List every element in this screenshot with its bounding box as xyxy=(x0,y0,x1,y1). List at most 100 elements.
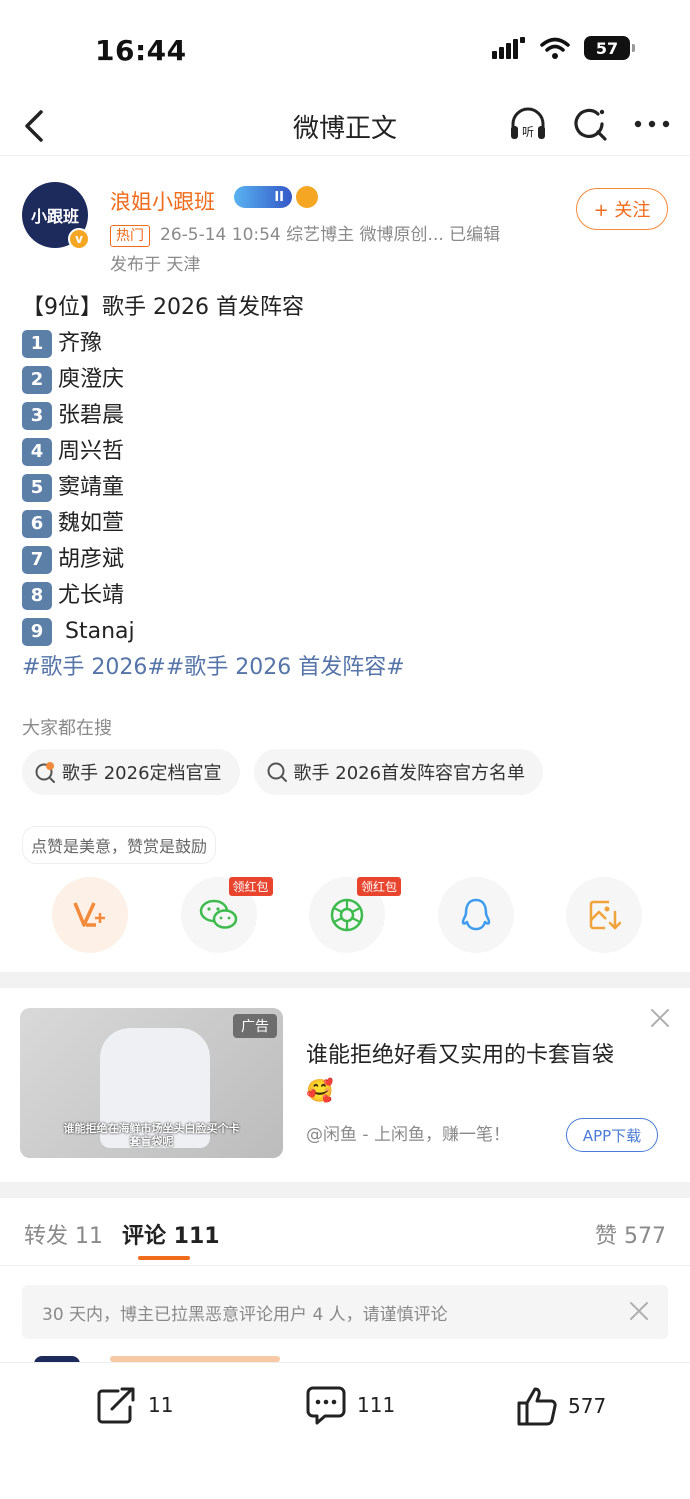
close-icon[interactable] xyxy=(648,1006,672,1030)
tab-comments[interactable]: 评论 111 xyxy=(122,1218,220,1250)
more-dots-icon xyxy=(634,120,670,128)
author-header: 小跟班 v 浪姐小跟班 II 热门 26-5-14 10:54 综艺博主 微博原创… xyxy=(22,180,672,275)
qq-share-button[interactable] xyxy=(437,877,514,953)
number-9-icon: 9 xyxy=(22,618,52,646)
headphones-icon: 听 xyxy=(511,107,545,139)
ad-label: 广告 xyxy=(233,1014,277,1038)
like-count: 577 xyxy=(568,1394,607,1418)
author-name[interactable]: 浪姐小跟班 xyxy=(110,186,215,216)
reward-v-icon xyxy=(73,902,105,927)
post-headline: 【9位】歌手 2026 首发阵容 xyxy=(22,295,304,320)
reward-button[interactable] xyxy=(52,877,128,953)
follow-button[interactable]: + 关注 xyxy=(576,188,668,230)
number-6-icon: 6 xyxy=(22,510,52,538)
lineup-item: 6 魏如萱 xyxy=(22,506,672,542)
trending-search-label: 大家都在搜 xyxy=(22,718,112,739)
thumbs-up-icon xyxy=(517,1387,557,1426)
cellular-signal-icon xyxy=(492,37,525,59)
top-navigation: 微博正文 听 xyxy=(0,96,690,156)
close-icon[interactable] xyxy=(628,1300,650,1322)
wifi-icon xyxy=(540,37,570,59)
reward-tip: 点赞是美意，赞赏是鼓励 xyxy=(22,826,217,864)
comment-icon xyxy=(306,1386,346,1425)
comment-button[interactable]: 111 xyxy=(305,1385,395,1425)
tab-repost[interactable]: 转发 11 xyxy=(24,1218,103,1250)
listen-button[interactable]: 听 xyxy=(508,102,548,146)
tab-likes[interactable]: 赞 577 xyxy=(595,1218,666,1250)
search-button[interactable] xyxy=(570,102,610,146)
section-divider xyxy=(0,972,690,988)
number-8-icon: 8 xyxy=(22,582,52,610)
lineup-item: 4 周兴哲 xyxy=(22,434,672,470)
battery-indicator: 57 xyxy=(584,36,635,60)
ad-source: @闲鱼 - 上闲鱼，赚一笔！ xyxy=(306,1125,510,1145)
search-chip[interactable]: 歌手 2026首发阵容官方名单 xyxy=(253,749,544,795)
comment-count: 111 xyxy=(357,1393,396,1417)
posted-location: 发布于 天津 xyxy=(110,255,201,275)
status-time: 16:44 xyxy=(95,34,187,67)
number-4-icon: 4 xyxy=(22,438,52,466)
section-divider xyxy=(0,1182,690,1198)
lineup-item: 9 Stanaj xyxy=(22,614,672,650)
lineup-item: 2 庾澄庆 xyxy=(22,362,672,398)
like-button[interactable]: 577 xyxy=(516,1385,606,1427)
search-chip[interactable]: 歌手 2026定档官宣 xyxy=(22,749,240,795)
wechat-share-button[interactable]: 领红包 xyxy=(180,877,273,953)
search-chip-label: 歌手 2026定档官宣 xyxy=(62,763,222,784)
search-icon xyxy=(267,762,287,782)
meta-text: 26-5-14 10:54 综艺博主 微博原创... 已编辑 xyxy=(160,225,501,245)
share-reward-row: 领红包 领红包 xyxy=(52,877,642,953)
hashtag-links[interactable]: #歌手 2026##歌手 2026 首发阵容# xyxy=(22,650,672,686)
lineup-item: 5 窦靖童 xyxy=(22,470,672,506)
repost-count: 11 xyxy=(148,1393,174,1417)
lineup-name: 张碧晨 xyxy=(58,403,125,428)
svg-text:听: 听 xyxy=(522,125,534,139)
number-2-icon: 2 xyxy=(22,366,52,394)
ad-emoji: 🥰 xyxy=(306,1079,334,1104)
notice-text: 30 天内，博主已拉黑恶意评论用户 4 人，请谨慎评论 xyxy=(42,1304,448,1325)
verified-badge-icon: v xyxy=(68,228,90,250)
status-icons: 57 xyxy=(492,36,635,60)
save-image-button[interactable] xyxy=(566,877,642,953)
qq-icon xyxy=(461,898,490,931)
wechat-icon xyxy=(199,899,237,929)
number-1-icon: 1 xyxy=(22,330,52,358)
lineup-name: 齐豫 xyxy=(58,331,103,356)
lineup-item: 1 齐豫 xyxy=(22,326,672,362)
ad-image[interactable]: 谁能拒绝在海鲜市场坐头白脸买个卡套盲袋呢 广告 xyxy=(20,1008,283,1158)
more-button[interactable] xyxy=(632,102,672,146)
number-3-icon: 3 xyxy=(22,402,52,430)
share-icon xyxy=(97,1387,135,1424)
lineup-item: 7 胡彦斌 xyxy=(22,542,672,578)
lineup-name: Stanaj xyxy=(58,619,135,644)
ad-image-caption: 谁能拒绝在海鲜市场坐头白脸买个卡套盲袋呢 xyxy=(63,1122,240,1148)
post-meta: 热门 26-5-14 10:54 综艺博主 微博原创... 已编辑 xyxy=(110,220,500,247)
interaction-tabs: 转发 11 评论 111 赞 577 xyxy=(0,1198,690,1266)
ad-title-text: 谁能拒绝好看又实用的卡套盲袋 xyxy=(306,1043,615,1068)
bottom-action-bar: 11 111 577 xyxy=(0,1362,690,1499)
search-chip-label: 歌手 2026首发阵容官方名单 xyxy=(293,763,526,784)
number-7-icon: 7 xyxy=(22,546,52,574)
lineup-name: 庾澄庆 xyxy=(58,367,125,392)
app-download-button[interactable]: APP下载 xyxy=(566,1118,658,1152)
comment-notice: 30 天内，博主已拉黑恶意评论用户 4 人，请谨慎评论 xyxy=(22,1285,668,1339)
search-icon xyxy=(574,108,607,141)
lineup-name: 窦靖童 xyxy=(58,475,125,500)
lineup-name: 魏如萱 xyxy=(58,511,125,536)
repost-button[interactable]: 11 xyxy=(96,1385,173,1425)
lineup-name: 周兴哲 xyxy=(58,439,125,464)
lineup-item: 8 尤长靖 xyxy=(22,578,672,614)
lineup-name: 胡彦斌 xyxy=(58,547,125,572)
status-bar: 16:44 57 xyxy=(0,0,690,100)
number-5-icon: 5 xyxy=(22,474,52,502)
hot-tag[interactable]: 热门 xyxy=(110,225,150,247)
lineup-item: 3 张碧晨 xyxy=(22,398,672,434)
moments-share-button[interactable]: 领红包 xyxy=(309,877,402,953)
fish-badge-icon[interactable] xyxy=(296,186,318,208)
trending-search-chips: 歌手 2026定档官宣 歌手 2026首发阵容官方名单 xyxy=(22,749,544,795)
ad-card[interactable]: 谁能拒绝在海鲜市场坐头白脸买个卡套盲袋呢 广告 谁能拒绝好看又实用的卡套盲袋 🥰 … xyxy=(0,988,690,1182)
nav-actions: 听 xyxy=(508,102,672,146)
hongbao-tag: 领红包 xyxy=(228,877,273,896)
level-badge[interactable]: II xyxy=(234,186,292,208)
ad-title[interactable]: 谁能拒绝好看又实用的卡套盲袋 🥰 xyxy=(306,1038,646,1110)
